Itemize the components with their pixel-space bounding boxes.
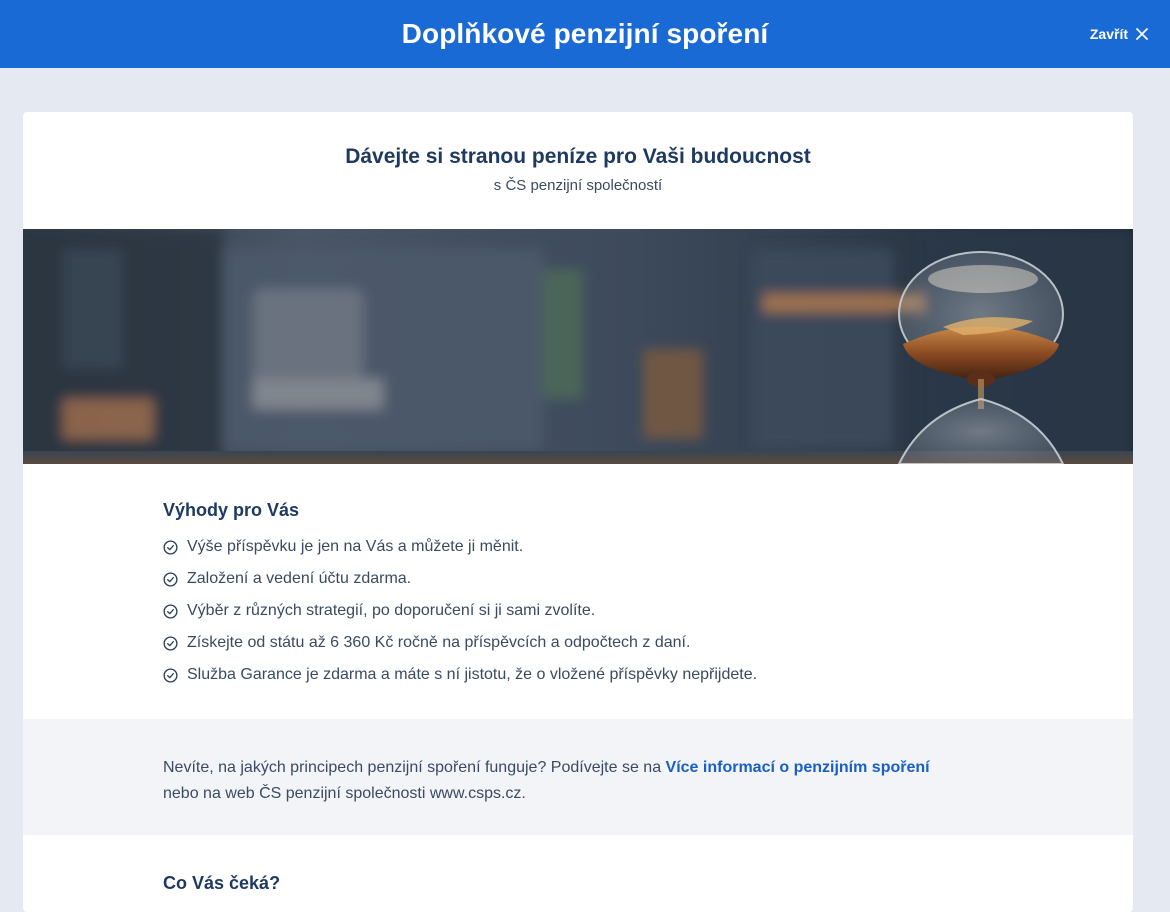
card-subtitle: s ČS penzijní společností bbox=[493, 177, 663, 194]
close-button[interactable]: Zavřít bbox=[1090, 22, 1148, 46]
check-circle-icon bbox=[163, 539, 178, 555]
list-item: Výše příspěvku je jen na Vás a můžete ji… bbox=[163, 531, 1133, 563]
content-card: Dávejte si stranou peníze pro Vaši budou… bbox=[23, 112, 1133, 912]
info-text-secondary: nebo na web ČS penzijní společnosti www.… bbox=[163, 785, 526, 802]
list-item: Získejte od státu až 6 360 Kč ročně na p… bbox=[163, 627, 1133, 659]
check-circle-icon bbox=[163, 635, 178, 651]
more-info-link[interactable]: Více informací o penzijním spoření bbox=[666, 759, 930, 776]
benefit-text: Výběr z různých strategií, po doporučení… bbox=[187, 602, 596, 619]
what-awaits-heading: Co Vás čeká? bbox=[163, 873, 281, 893]
list-item: Služba Garance je zdarma a máte s ní jis… bbox=[163, 659, 1133, 691]
check-circle-icon bbox=[163, 667, 178, 683]
close-label: Zavřít bbox=[1089, 26, 1128, 42]
hourglass-icon bbox=[897, 251, 1065, 464]
check-circle-icon bbox=[163, 571, 178, 587]
info-text: Nevíte, na jakých principech penzijní sp… bbox=[163, 759, 666, 776]
benefits-heading: Výhody pro Vás bbox=[163, 500, 300, 520]
what-awaits-section: Co Vás čeká? bbox=[23, 835, 1133, 894]
top-bar: Doplňkové penzijní spoření Zavřít bbox=[0, 0, 1170, 68]
benefits-section: Výhody pro Vás Výše příspěvku je jen na … bbox=[23, 464, 1133, 719]
hero-image bbox=[23, 229, 1133, 464]
hourglass-illustration bbox=[23, 229, 1133, 464]
benefit-text: Založení a vedení účtu zdarma. bbox=[187, 570, 412, 587]
card-header: Dávejte si stranou peníze pro Vaši budou… bbox=[23, 112, 1133, 229]
benefit-text: Výše příspěvku je jen na Vás a můžete ji… bbox=[187, 538, 524, 555]
close-icon bbox=[1136, 28, 1148, 40]
page-title: Doplňkové penzijní spoření bbox=[401, 18, 769, 49]
benefit-text: Získejte od státu až 6 360 Kč ročně na p… bbox=[187, 634, 691, 651]
list-item: Výběr z různých strategií, po doporučení… bbox=[163, 595, 1133, 627]
check-circle-icon bbox=[163, 603, 178, 619]
benefits-list: Výše příspěvku je jen na Vás a můžete ji… bbox=[163, 531, 1133, 691]
card-title: Dávejte si stranou peníze pro Vaši budou… bbox=[345, 145, 811, 168]
benefit-text: Služba Garance je zdarma a máte s ní jis… bbox=[187, 666, 758, 683]
info-section: Nevíte, na jakých principech penzijní sp… bbox=[23, 719, 1133, 835]
list-item: Založení a vedení účtu zdarma. bbox=[163, 563, 1133, 595]
